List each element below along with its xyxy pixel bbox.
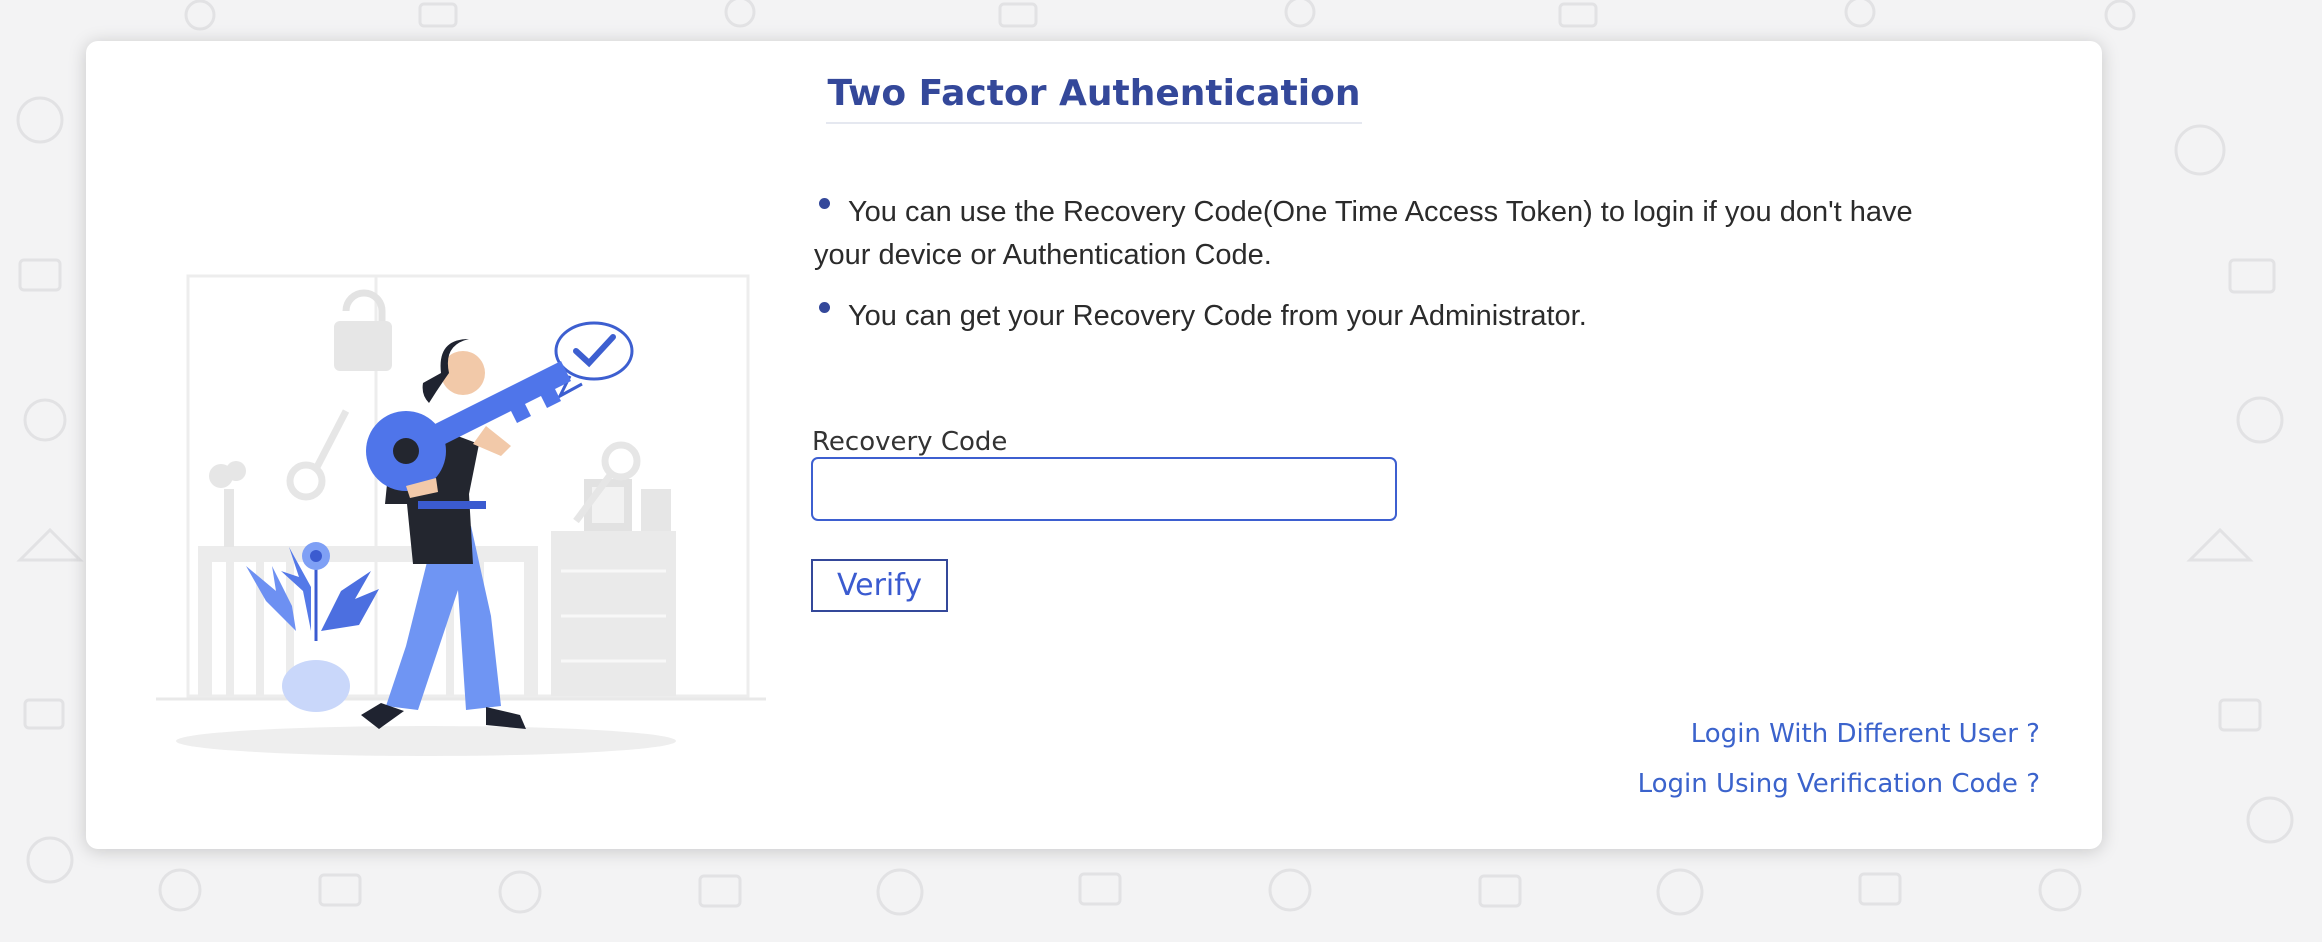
recovery-code-input[interactable] — [811, 457, 1397, 521]
lock-icon-decor — [334, 289, 392, 371]
verify-button[interactable]: Verify — [811, 559, 948, 612]
plant-pot-shape — [246, 542, 379, 712]
check-bubble-icon — [554, 321, 634, 400]
login-verification-code-link[interactable]: Login Using Verification Code ? — [1638, 759, 2040, 809]
info-item-text: You can get your Recovery Code from your… — [848, 300, 1587, 332]
alternate-login-links: Login With Different User ? Login Using … — [1638, 709, 2040, 809]
page-title: Two Factor Authentication — [86, 71, 2102, 124]
info-list: You can use the Recovery Code(One Time A… — [814, 191, 1914, 356]
info-item-text: You can use the Recovery Code(One Time A… — [814, 196, 1913, 271]
cabinet-shape — [551, 479, 676, 696]
two-factor-card: Two Factor Authentication You can use th… — [86, 41, 2102, 849]
info-item: You can get your Recovery Code from your… — [814, 295, 1914, 338]
person-figure — [361, 339, 571, 729]
person-holding-key-illustration — [156, 274, 766, 756]
page-title-text: Two Factor Authentication — [825, 71, 1363, 124]
recovery-code-label: Recovery Code — [812, 427, 1008, 457]
bullet-icon — [819, 302, 830, 313]
login-different-user-link[interactable]: Login With Different User ? — [1638, 709, 2040, 759]
vase-shape — [209, 461, 246, 547]
bullet-icon — [819, 198, 830, 209]
info-item: You can use the Recovery Code(One Time A… — [814, 191, 1914, 277]
